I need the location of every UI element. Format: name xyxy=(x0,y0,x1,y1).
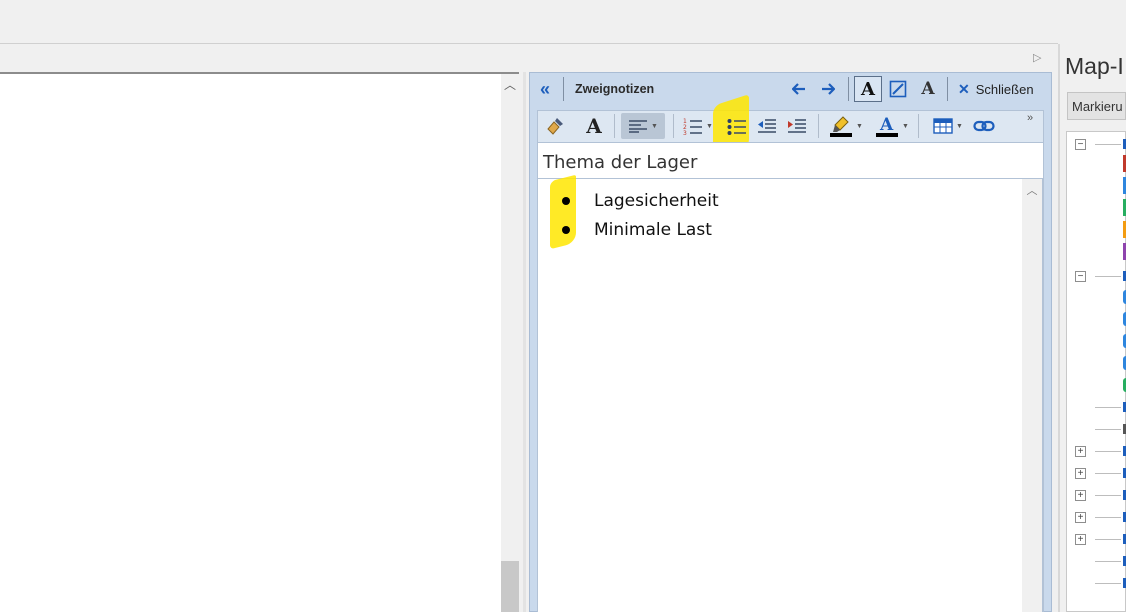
pane-splitter[interactable] xyxy=(523,72,526,612)
close-button[interactable]: ✕ Schließen xyxy=(958,79,1034,99)
tree-connector xyxy=(1095,429,1121,430)
tree-connector xyxy=(1095,539,1121,540)
list-item[interactable]: Minimale Last xyxy=(560,218,712,242)
toolbar-separator xyxy=(918,114,919,138)
notes-panel-title: Zweignotizen xyxy=(575,82,655,96)
tab-strip xyxy=(0,44,1058,72)
font-icon[interactable]: A xyxy=(581,113,607,139)
table-icon[interactable]: ▼ xyxy=(928,113,968,139)
editor-border xyxy=(1042,179,1044,612)
text-format-icon[interactable]: A xyxy=(854,76,882,102)
list-item[interactable]: Lagesicherheit xyxy=(560,189,719,213)
toolbar-separator xyxy=(673,114,674,138)
note-title-field[interactable]: Thema der Lager xyxy=(537,142,1044,179)
expand-node-icon[interactable]: + xyxy=(1075,512,1086,523)
close-icon: ✕ xyxy=(958,80,970,97)
header-separator xyxy=(848,77,849,101)
scrollbar-thumb[interactable] xyxy=(501,561,519,612)
arrow-right-icon[interactable] xyxy=(817,77,839,101)
bullet-dot xyxy=(562,226,570,234)
map-panel-title: Map-I xyxy=(1065,53,1124,79)
bullet-dot xyxy=(562,197,570,205)
highlight-icon[interactable]: ▼ xyxy=(826,113,866,139)
edit-icon[interactable] xyxy=(886,77,910,101)
header-separator xyxy=(947,77,948,101)
tree-connector xyxy=(1095,495,1121,496)
note-editor[interactable] xyxy=(537,179,1024,612)
tree-connector xyxy=(1095,583,1121,584)
expand-node-icon[interactable]: + xyxy=(1075,446,1086,457)
close-label: Schließen xyxy=(975,81,1034,97)
outdent-icon[interactable] xyxy=(755,113,779,139)
align-left-icon[interactable]: ▼ xyxy=(621,113,665,139)
link-icon[interactable] xyxy=(972,113,996,139)
arrow-left-icon[interactable] xyxy=(788,77,810,101)
text-style-icon[interactable]: A xyxy=(916,77,940,101)
marker-filter-dropdown[interactable]: Markieru xyxy=(1067,92,1126,120)
tab-scroll-right-icon[interactable]: ▷ xyxy=(1033,51,1043,65)
toolbar-separator xyxy=(818,114,819,138)
collapse-node-icon[interactable]: − xyxy=(1075,271,1086,282)
tree-connector xyxy=(1095,144,1121,145)
svg-text:A: A xyxy=(879,115,894,135)
document-scrollbar[interactable] xyxy=(501,72,519,612)
header-separator xyxy=(563,77,564,101)
scroll-up-icon[interactable]: ︿ xyxy=(503,76,517,92)
bullet-list-icon[interactable] xyxy=(725,113,749,139)
toolbar-separator xyxy=(614,114,615,138)
tree-connector xyxy=(1095,407,1121,408)
font-color-icon[interactable]: A ▼ xyxy=(872,113,912,139)
tree-connector xyxy=(1095,276,1121,277)
format-painter-icon[interactable] xyxy=(541,113,569,139)
expand-node-icon[interactable]: + xyxy=(1075,490,1086,501)
document-pane[interactable] xyxy=(0,72,501,612)
scroll-up-icon[interactable]: ︿ xyxy=(1024,182,1040,197)
indent-icon[interactable] xyxy=(785,113,809,139)
note-scrollbar[interactable] xyxy=(1022,179,1042,612)
expand-node-icon[interactable]: + xyxy=(1075,468,1086,479)
collapse-node-icon[interactable]: − xyxy=(1075,139,1086,150)
window-top-bar xyxy=(0,0,1126,44)
list-item-text: Minimale Last xyxy=(594,220,712,240)
numbered-list-icon[interactable]: 123 ▼ xyxy=(681,113,715,139)
tree-connector xyxy=(1095,473,1121,474)
tree-connector xyxy=(1095,561,1121,562)
expand-node-icon[interactable]: + xyxy=(1075,534,1086,545)
tree-connector xyxy=(1095,451,1121,452)
svg-text:3: 3 xyxy=(683,130,687,135)
chevron-double-right-icon[interactable]: » xyxy=(1027,112,1041,126)
list-item-text: Lagesicherheit xyxy=(594,191,719,211)
tree-connector xyxy=(1095,517,1121,518)
double-chevron-left-icon[interactable]: « xyxy=(533,77,557,101)
